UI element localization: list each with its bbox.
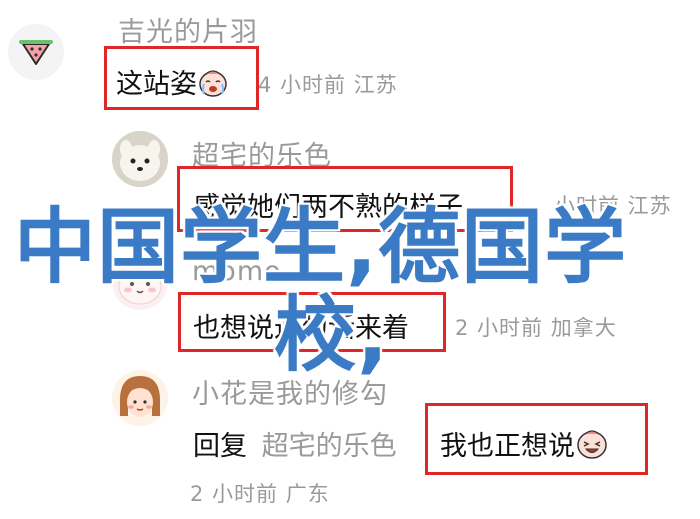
watermelon-avatar-icon[interactable] — [8, 24, 64, 80]
reply-to-author[interactable]: 超宅的乐色 — [262, 431, 397, 462]
dog-avatar-icon[interactable] — [112, 131, 168, 187]
comment-author-name[interactable]: 吉光的片羽 — [118, 10, 258, 49]
comment-meta: 4 小时前 江苏 — [258, 73, 398, 97]
overlay-caption-line2: 校, — [274, 288, 390, 383]
comment-meta: 2 小时前 加拿大 — [455, 316, 617, 340]
highlight-box — [425, 403, 648, 475]
reply-line: 回复 超宅的乐色 — [193, 424, 397, 463]
reply-label: 回复 — [193, 431, 247, 462]
comment-meta: 2 小时前 广东 — [190, 482, 330, 506]
highlight-box — [104, 46, 259, 110]
girl-avatar-icon[interactable] — [112, 370, 168, 426]
